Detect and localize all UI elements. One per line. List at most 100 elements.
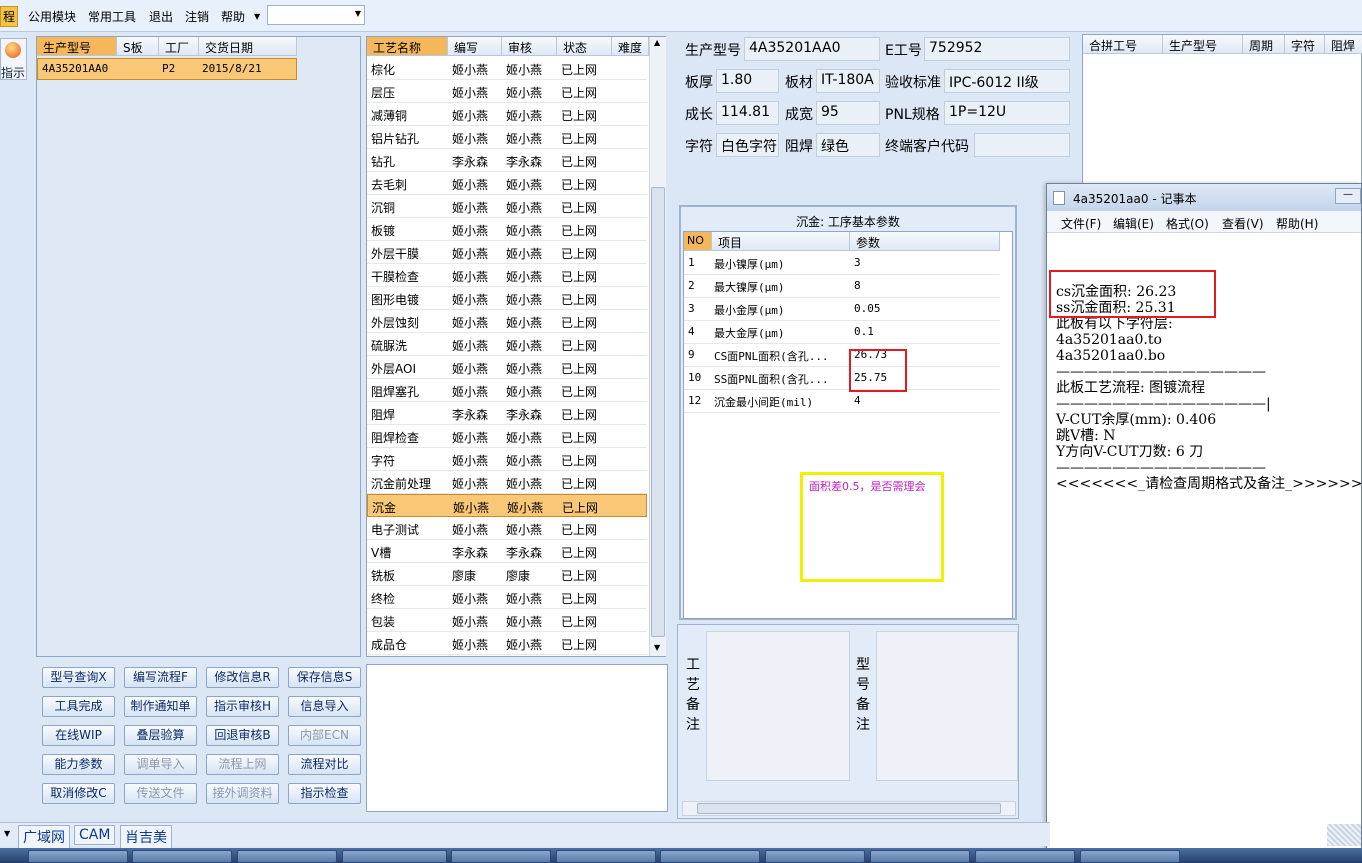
help-dropdown-icon[interactable]: ▼	[254, 12, 260, 21]
table-row[interactable]: 10 SS面PNL面积(含孔... 25.75	[684, 367, 1000, 390]
table-row[interactable]: 硫脲洗 姬小燕 姬小燕 已上网	[367, 333, 647, 356]
status-dropdown-icon[interactable]: ▼	[4, 829, 10, 838]
notepad-title[interactable]: 4a35201aa0 - 记事本	[1047, 184, 1361, 211]
table-row[interactable]: 外层AOI 姬小燕 姬小燕 已上网	[367, 356, 647, 379]
col-process-name[interactable]: 工艺名称	[367, 37, 448, 56]
col-reviewer[interactable]: 审核	[502, 37, 557, 56]
table-row[interactable]: 终检 姬小燕 姬小燕 已上网	[367, 586, 647, 609]
model-field[interactable]: 4A35201AA0	[744, 37, 880, 61]
action-button[interactable]: 工具完成	[42, 696, 115, 717]
action-button[interactable]: 调单导入	[124, 754, 197, 775]
table-row[interactable]: 4 最大金厚(μm) 0.1	[684, 321, 1000, 344]
scroll-thumb[interactable]	[651, 187, 665, 637]
taskbar-item[interactable]	[451, 850, 551, 863]
table-row[interactable]: 1 最小镍厚(μm) 3	[684, 252, 1000, 275]
table-row[interactable]: 阻焊塞孔 姬小燕 姬小燕 已上网	[367, 379, 647, 402]
table-row[interactable]: 阻焊检查 姬小燕 姬小燕 已上网	[367, 425, 647, 448]
table-row[interactable]: 电子测试 姬小燕 姬小燕 已上网	[367, 517, 647, 540]
pnl-field[interactable]: 1P=12U	[944, 101, 1070, 125]
col-merge-char[interactable]: 字符	[1285, 35, 1325, 54]
col-writer[interactable]: 编写	[448, 37, 502, 56]
col-merge-cycle[interactable]: 周期	[1243, 35, 1285, 54]
table-row[interactable]: 3 最小金厚(μm) 0.05	[684, 298, 1000, 321]
action-button[interactable]: 流程对比	[288, 754, 361, 775]
action-button[interactable]: 流程上网	[206, 754, 279, 775]
action-button[interactable]: 修改信息R	[206, 667, 279, 688]
table-row[interactable]: 铝片钻孔 姬小燕 姬小燕 已上网	[367, 126, 647, 149]
np-menu-file[interactable]: 文件(F)	[1061, 215, 1101, 232]
notes-textarea[interactable]	[366, 664, 668, 812]
menu-public-module[interactable]: 公用模块	[28, 8, 76, 25]
taskbar-item[interactable]	[556, 850, 656, 863]
table-row[interactable]: 沉金前处理 姬小燕 姬小燕 已上网	[367, 471, 647, 494]
table-row[interactable]: 外层蚀刻 姬小燕 姬小燕 已上网	[367, 310, 647, 333]
table-row[interactable]: 2 最大镍厚(μm) 8	[684, 275, 1000, 298]
table-row[interactable]: 9 CS面PNL面积(含孔... 26.73	[684, 344, 1000, 367]
menu-help[interactable]: 帮助	[221, 8, 245, 25]
table-row[interactable]: 钻孔 李永森 李永森 已上网	[367, 149, 647, 172]
char-field[interactable]: 白色字符	[716, 133, 779, 157]
table-row[interactable]: V槽 李永森 李永森 已上网	[367, 540, 647, 563]
action-button[interactable]: 传送文件	[124, 783, 197, 804]
table-row[interactable]: 沉金 姬小燕 姬小燕 已上网	[367, 494, 647, 517]
taskbar-item[interactable]	[975, 850, 1075, 863]
taskbar-item[interactable]	[28, 850, 128, 863]
col-merge-model[interactable]: 生产型号	[1163, 35, 1243, 54]
table-row[interactable]: 12 沉金最小间距(mil) 4	[684, 390, 1000, 413]
col-param[interactable]: 参数	[850, 232, 1000, 251]
status-cam[interactable]: CAM	[74, 825, 116, 845]
taskbar-item[interactable]	[660, 850, 760, 863]
standard-field[interactable]: IPC-6012 II级	[944, 69, 1070, 93]
np-menu-view[interactable]: 查看(V)	[1222, 215, 1264, 232]
eno-field[interactable]: 752952	[924, 37, 1070, 61]
menu-exit[interactable]: 退出	[149, 8, 173, 25]
taskbar-item[interactable]	[870, 850, 970, 863]
status-user[interactable]: 肖吉美	[120, 825, 172, 849]
np-menu-help[interactable]: 帮助(H)	[1276, 215, 1318, 232]
table-row[interactable]: 阻焊 李永森 李永森 已上网	[367, 402, 647, 425]
scroll-down-icon[interactable]: ▼	[654, 643, 660, 652]
action-button[interactable]: 内部ECN	[288, 725, 361, 746]
taskbar-item[interactable]	[765, 850, 865, 863]
table-row[interactable]: 字符 姬小燕 姬小燕 已上网	[367, 448, 647, 471]
col-no[interactable]: NO	[684, 232, 712, 251]
scroll-up-icon[interactable]: ▲	[654, 38, 660, 47]
menu-flow[interactable]: 程	[0, 6, 19, 27]
table-row[interactable]: 图形电镀 姬小燕 姬小燕 已上网	[367, 287, 647, 310]
table-row[interactable]: 4A35201AA0 P2 2015/8/21	[37, 58, 297, 80]
material-field[interactable]: IT-180A	[816, 69, 880, 93]
taskbar-item[interactable]	[1080, 850, 1180, 863]
table-row[interactable]: 包装 姬小燕 姬小燕 已上网	[367, 609, 647, 632]
col-s-board[interactable]: S板	[117, 37, 159, 56]
customer-field[interactable]	[974, 133, 1070, 157]
col-item[interactable]: 项目	[712, 232, 850, 251]
table-row[interactable]: 去毛刺 姬小燕 姬小燕 已上网	[367, 172, 647, 195]
process-scrollbar[interactable]: ▲ ▼	[649, 37, 666, 656]
action-button[interactable]: 指示检查	[288, 783, 361, 804]
resize-grip[interactable]	[1327, 824, 1361, 846]
table-row[interactable]: 成品仓 姬小燕 姬小燕 已上网	[367, 632, 647, 655]
table-row[interactable]: 沉铜 姬小燕 姬小燕 已上网	[367, 195, 647, 218]
menu-common-tools[interactable]: 常用工具	[88, 8, 136, 25]
action-button[interactable]: 指示审核H	[206, 696, 279, 717]
table-row[interactable]: 板镀 姬小燕 姬小燕 已上网	[367, 218, 647, 241]
action-button[interactable]: 取消修改C	[42, 783, 115, 804]
table-row[interactable]: 干膜检查 姬小燕 姬小燕 已上网	[367, 264, 647, 287]
col-merge-mask[interactable]: 阻焊	[1325, 35, 1362, 54]
taskbar-item[interactable]	[237, 850, 337, 863]
instruction-side-button[interactable]: 指示	[0, 38, 27, 80]
table-row[interactable]: 外层干膜 姬小燕 姬小燕 已上网	[367, 241, 647, 264]
np-menu-edit[interactable]: 编辑(E)	[1113, 215, 1154, 232]
width-field[interactable]: 95	[816, 101, 880, 125]
action-button[interactable]: 保存信息S	[288, 667, 361, 688]
col-merge-no[interactable]: 合拼工号	[1083, 35, 1163, 54]
action-button[interactable]: 接外调资料	[206, 783, 279, 804]
length-field[interactable]: 114.81	[716, 101, 779, 125]
process-remark-field[interactable]	[706, 631, 850, 781]
table-row[interactable]: 铣板 廖康 廖康 已上网	[367, 563, 647, 586]
np-menu-format[interactable]: 格式(O)	[1166, 215, 1209, 232]
model-remark-field[interactable]	[876, 631, 1018, 781]
table-row[interactable]: 棕化 姬小燕 姬小燕 已上网	[367, 57, 647, 80]
action-button[interactable]: 编写流程F	[124, 667, 197, 688]
mask-field[interactable]: 绿色	[816, 133, 880, 157]
